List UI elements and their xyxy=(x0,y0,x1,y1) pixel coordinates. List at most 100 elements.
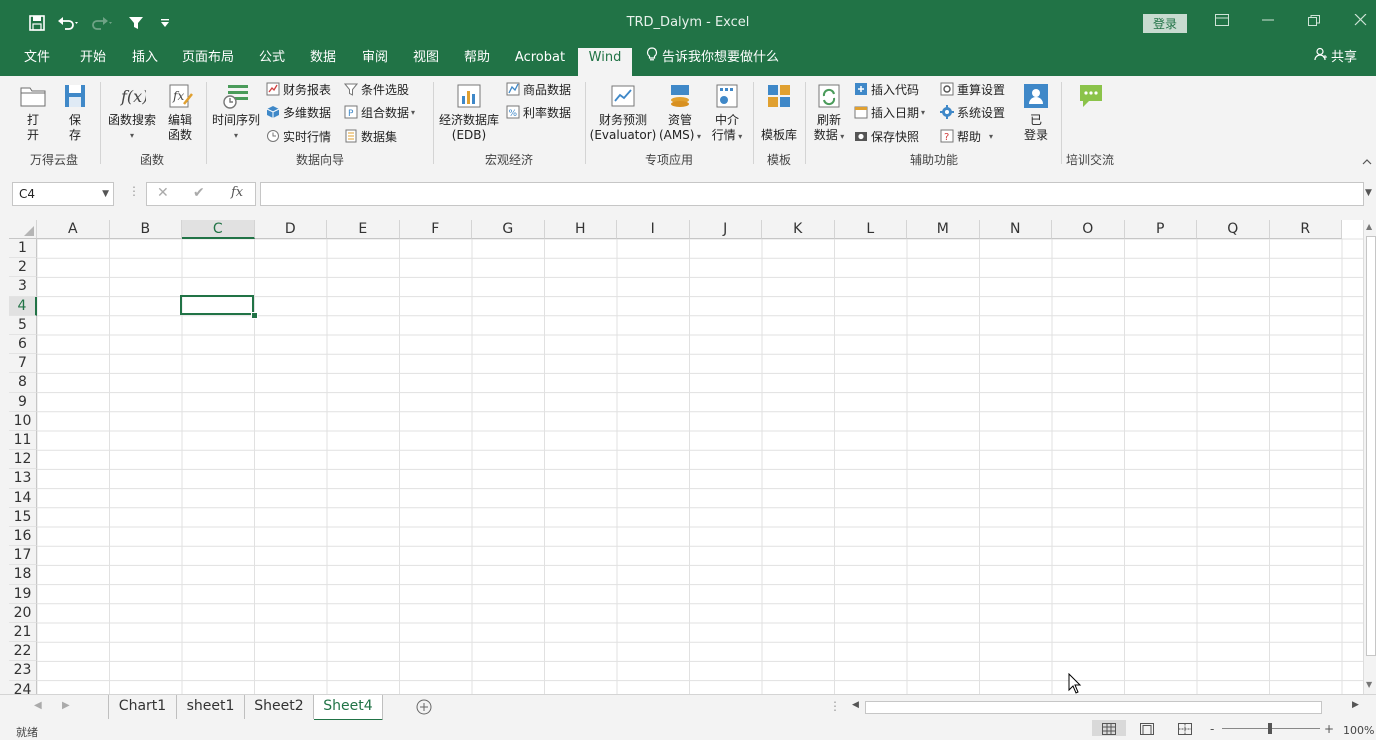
column-header-c[interactable]: C xyxy=(182,220,255,239)
horizontal-scrollbar[interactable]: ◀ ▶ xyxy=(849,699,1365,715)
expand-formula-icon[interactable]: ▼ xyxy=(1365,188,1372,198)
prev-sheet-icon[interactable]: ◀ xyxy=(34,700,42,711)
column-header-k[interactable]: K xyxy=(762,220,835,239)
ams-button[interactable]: 资管 (AMS) ▾ xyxy=(658,82,702,144)
minimize-icon[interactable] xyxy=(1258,12,1278,30)
column-header-p[interactable]: P xyxy=(1124,220,1197,239)
column-header-i[interactable]: I xyxy=(617,220,690,239)
row-header-15[interactable]: 15 xyxy=(9,507,37,527)
row-header-3[interactable]: 3 xyxy=(9,277,37,297)
tab-view[interactable]: 视图 xyxy=(405,46,447,76)
tab-acrobat[interactable]: Acrobat xyxy=(510,46,570,76)
column-header-d[interactable]: D xyxy=(254,220,327,239)
spreadsheet-grid[interactable]: ABCDEFGHIJKLMNOPQR 1 2 3 4 5 6 7 8 9 10 11 12 13 14 15… xyxy=(9,220,1363,694)
next-sheet-icon[interactable]: ▶ xyxy=(62,700,70,711)
column-header-n[interactable]: N xyxy=(979,220,1052,239)
splitter-dots-icon[interactable]: ⋮ xyxy=(128,184,140,198)
commodity-button[interactable]: 商品数据 xyxy=(506,80,571,98)
open-button[interactable]: 打 开 xyxy=(20,82,46,143)
insert-date-button[interactable]: 插入日期 ▾ xyxy=(854,103,925,121)
row-header-1[interactable]: 1 xyxy=(9,239,37,259)
add-sheet-button[interactable] xyxy=(416,699,432,718)
normal-view-icon[interactable] xyxy=(1092,720,1126,736)
combo-data-button[interactable]: P 组合数据 ▾ xyxy=(344,103,415,121)
zoom-out-icon[interactable]: - xyxy=(1210,722,1214,736)
insert-function-icon[interactable]: fx xyxy=(231,185,243,200)
tab-review[interactable]: 审阅 xyxy=(354,46,396,76)
tab-help[interactable]: 帮助 xyxy=(456,46,498,76)
tab-splitter-icon[interactable]: ⋮ xyxy=(829,699,841,713)
help-button[interactable]: ? 帮助 ▾ xyxy=(940,127,993,145)
system-settings-button[interactable]: 系统设置 xyxy=(940,103,1005,121)
row-header-8[interactable]: 8 xyxy=(9,373,37,393)
row-header-22[interactable]: 22 xyxy=(9,642,37,662)
sheet-tab-sheet2[interactable]: Sheet2 xyxy=(245,695,314,719)
scroll-down-icon[interactable]: ▼ xyxy=(1366,680,1372,689)
column-header-q[interactable]: Q xyxy=(1197,220,1270,239)
realtime-button[interactable]: 实时行情 xyxy=(266,127,331,145)
tab-formulas[interactable]: 公式 xyxy=(251,46,293,76)
column-header-l[interactable]: L xyxy=(834,220,907,239)
fill-handle[interactable] xyxy=(251,312,258,319)
close-icon[interactable] xyxy=(1350,12,1370,30)
finance-report-button[interactable]: 财务报表 xyxy=(266,80,331,98)
zoom-level[interactable]: 100% xyxy=(1343,724,1374,737)
tab-file[interactable]: 文件 xyxy=(16,46,58,76)
row-header-10[interactable]: 10 xyxy=(9,411,37,431)
tab-insert[interactable]: 插入 xyxy=(124,46,166,76)
tab-page-layout[interactable]: 页面布局 xyxy=(176,46,240,76)
row-header-9[interactable]: 9 xyxy=(9,392,37,412)
row-header-24[interactable]: 24 xyxy=(9,680,37,694)
row-header-20[interactable]: 20 xyxy=(9,603,37,623)
scroll-left-icon[interactable]: ◀ xyxy=(852,700,859,710)
row-header-6[interactable]: 6 xyxy=(9,335,37,355)
interest-rate-button[interactable]: % 利率数据 xyxy=(506,103,571,121)
row-header-2[interactable]: 2 xyxy=(9,258,37,278)
select-all-corner[interactable] xyxy=(9,220,37,239)
tell-me-search[interactable]: 告诉我你想要做什么 xyxy=(646,46,782,70)
column-header-e[interactable]: E xyxy=(327,220,400,239)
horizontal-scroll-thumb[interactable] xyxy=(865,701,1322,714)
save-snapshot-button[interactable]: 保存快照 xyxy=(854,127,919,145)
chevron-down-icon[interactable]: ▼ xyxy=(102,183,109,205)
row-header-14[interactable]: 14 xyxy=(9,488,37,508)
tab-wind[interactable]: Wind xyxy=(578,48,632,76)
column-header-o[interactable]: O xyxy=(1052,220,1125,239)
scroll-up-icon[interactable]: ▲ xyxy=(1366,222,1372,231)
sheet-tab-chart1[interactable]: Chart1 xyxy=(109,695,177,719)
cancel-icon[interactable]: ✕ xyxy=(157,185,169,201)
row-header-11[interactable]: 11 xyxy=(9,431,37,451)
template-library-button[interactable]: 模板库 xyxy=(757,82,801,143)
row-header-4[interactable]: 4 xyxy=(9,296,37,316)
sheet-tab-sheet1[interactable]: sheet1 xyxy=(177,695,245,719)
zoom-slider[interactable] xyxy=(1222,723,1320,734)
row-header-16[interactable]: 16 xyxy=(9,527,37,547)
multi-dim-button[interactable]: 多维数据 xyxy=(266,103,331,121)
formula-input[interactable] xyxy=(260,182,1364,206)
edit-function-button[interactable]: fx 编辑 函数 xyxy=(164,82,196,143)
column-header-f[interactable]: F xyxy=(399,220,472,239)
collapse-ribbon-icon[interactable] xyxy=(1362,154,1372,168)
tab-home[interactable]: 开始 xyxy=(72,46,114,76)
function-search-button[interactable]: f(x) 函数搜索 ▾ xyxy=(104,82,160,143)
tab-data[interactable]: 数据 xyxy=(302,46,344,76)
column-header-h[interactable]: H xyxy=(544,220,617,239)
vertical-scroll-thumb[interactable] xyxy=(1366,236,1376,656)
row-header-18[interactable]: 18 xyxy=(9,565,37,585)
logged-in-button[interactable]: 已 登录 xyxy=(1018,82,1054,143)
column-header-j[interactable]: J xyxy=(689,220,762,239)
column-header-b[interactable]: B xyxy=(109,220,182,239)
column-header-a[interactable]: A xyxy=(37,220,110,239)
row-header-5[interactable]: 5 xyxy=(9,315,37,335)
row-header-7[interactable]: 7 xyxy=(9,354,37,374)
column-header-r[interactable]: R xyxy=(1269,220,1342,239)
time-series-button[interactable]: 时间序列 ▾ xyxy=(210,82,262,143)
scroll-right-icon[interactable]: ▶ xyxy=(1352,700,1359,710)
row-header-12[interactable]: 12 xyxy=(9,450,37,470)
row-header-23[interactable]: 23 xyxy=(9,661,37,681)
save-cloud-button[interactable]: 保 存 xyxy=(62,82,88,143)
row-header-19[interactable]: 19 xyxy=(9,584,37,604)
restore-icon[interactable] xyxy=(1304,12,1324,30)
enter-icon[interactable]: ✔ xyxy=(193,185,205,201)
row-header-17[interactable]: 17 xyxy=(9,546,37,566)
